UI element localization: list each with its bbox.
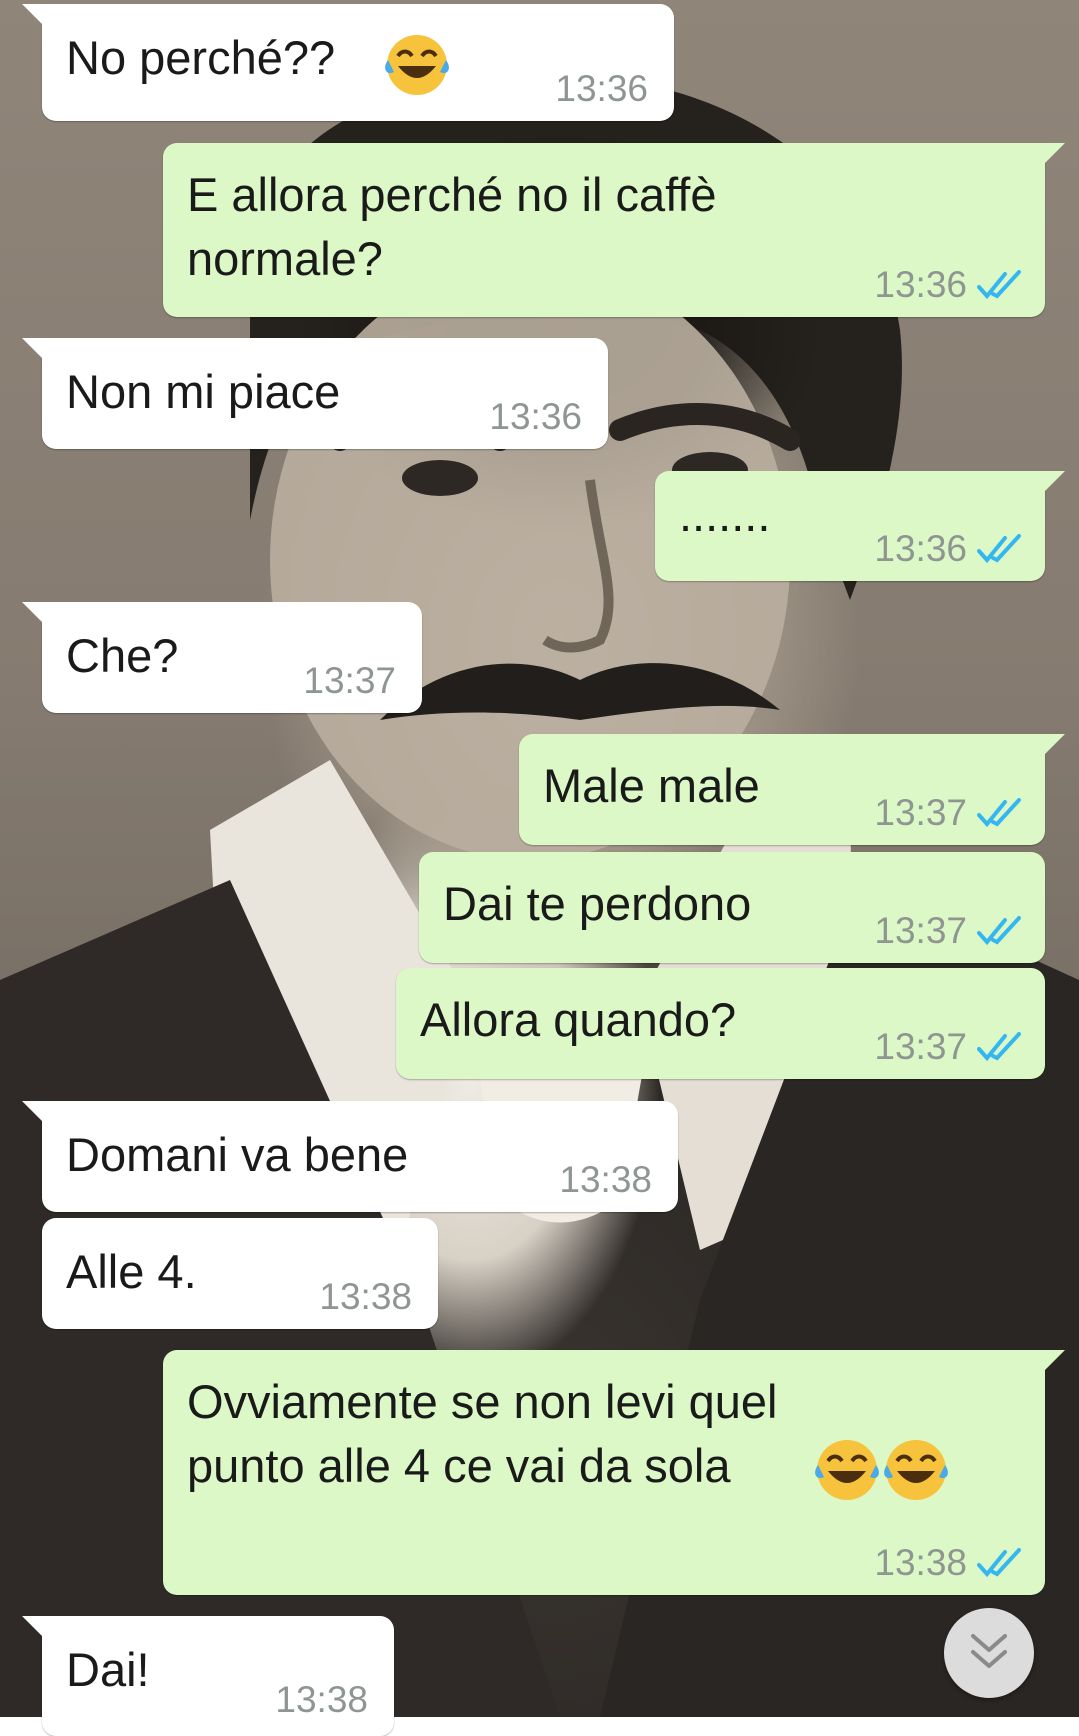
message-bubble-incoming[interactable]: Dai! 13:38 (22, 1616, 394, 1736)
face-with-tears-of-joy-icon (884, 1440, 948, 1500)
message-text: ....... (679, 488, 771, 541)
double-check-read-icon (977, 916, 1021, 946)
double-check-read-icon (977, 534, 1021, 564)
scroll-to-bottom-button[interactable] (944, 1608, 1034, 1698)
double-check-read-icon (977, 1548, 1021, 1578)
message-bubble-outgoing[interactable]: ....... 13:36 (655, 471, 1065, 581)
message-timestamp: 13:37 (874, 792, 967, 833)
message-text: No perché?? (66, 31, 336, 84)
message-text: Dai te perdono (443, 877, 752, 930)
message-bubble-outgoing[interactable]: Dai te perdono 13:37 (419, 852, 1045, 963)
double-check-read-icon (977, 798, 1021, 828)
message-text: Domani va bene (66, 1128, 409, 1181)
message-bubble-incoming[interactable]: Alle 4. 13:38 (42, 1218, 438, 1329)
double-check-read-icon (977, 270, 1021, 300)
double-check-read-icon (977, 1032, 1021, 1062)
message-text: Che? (66, 629, 179, 682)
message-timestamp: 13:36 (555, 68, 648, 109)
message-bubble-outgoing[interactable]: Male male 13:37 (519, 734, 1065, 845)
message-text: Alle 4. (66, 1245, 197, 1298)
message-bubble-incoming[interactable]: Non mi piace 13:36 (22, 338, 608, 449)
message-timestamp: 13:36 (489, 396, 582, 437)
message-timestamp: 13:37 (874, 910, 967, 951)
message-text: Allora quando? (420, 993, 737, 1046)
message-text: Non mi piace (66, 365, 341, 418)
message-timestamp: 13:36 (874, 528, 967, 569)
message-timestamp: 13:38 (874, 1542, 967, 1583)
message-bubble-incoming[interactable]: Che? 13:37 (22, 602, 422, 713)
message-timestamp: 13:38 (559, 1159, 652, 1200)
message-bubble-outgoing[interactable]: Ovviamente se non levi quel punto alle 4… (163, 1350, 1065, 1595)
message-bubble-outgoing[interactable]: Allora quando? 13:37 (396, 968, 1045, 1079)
message-timestamp: 13:37 (303, 660, 396, 701)
message-timestamp: 13:38 (319, 1276, 412, 1317)
message-text: Male male (543, 759, 760, 812)
message-timestamp: 13:38 (275, 1679, 368, 1720)
face-with-tears-of-joy-icon (385, 35, 449, 95)
message-bubble-incoming[interactable]: No perché?? 13:36 (22, 4, 674, 121)
message-text: Dai! (66, 1643, 150, 1696)
message-text: Ovviamente se non levi quel punto alle 4… (187, 1375, 778, 1492)
message-timestamp: 13:37 (874, 1026, 967, 1067)
message-timestamp: 13:36 (874, 264, 967, 305)
double-chevron-down-icon (971, 1634, 1007, 1668)
message-bubble-outgoing[interactable]: E allora perché no il caffè normale? 13:… (163, 143, 1065, 317)
face-with-tears-of-joy-icon (815, 1440, 879, 1500)
message-bubble-incoming[interactable]: Domani va bene 13:38 (22, 1101, 678, 1212)
message-text: E allora perché no il caffè normale? (187, 168, 717, 285)
